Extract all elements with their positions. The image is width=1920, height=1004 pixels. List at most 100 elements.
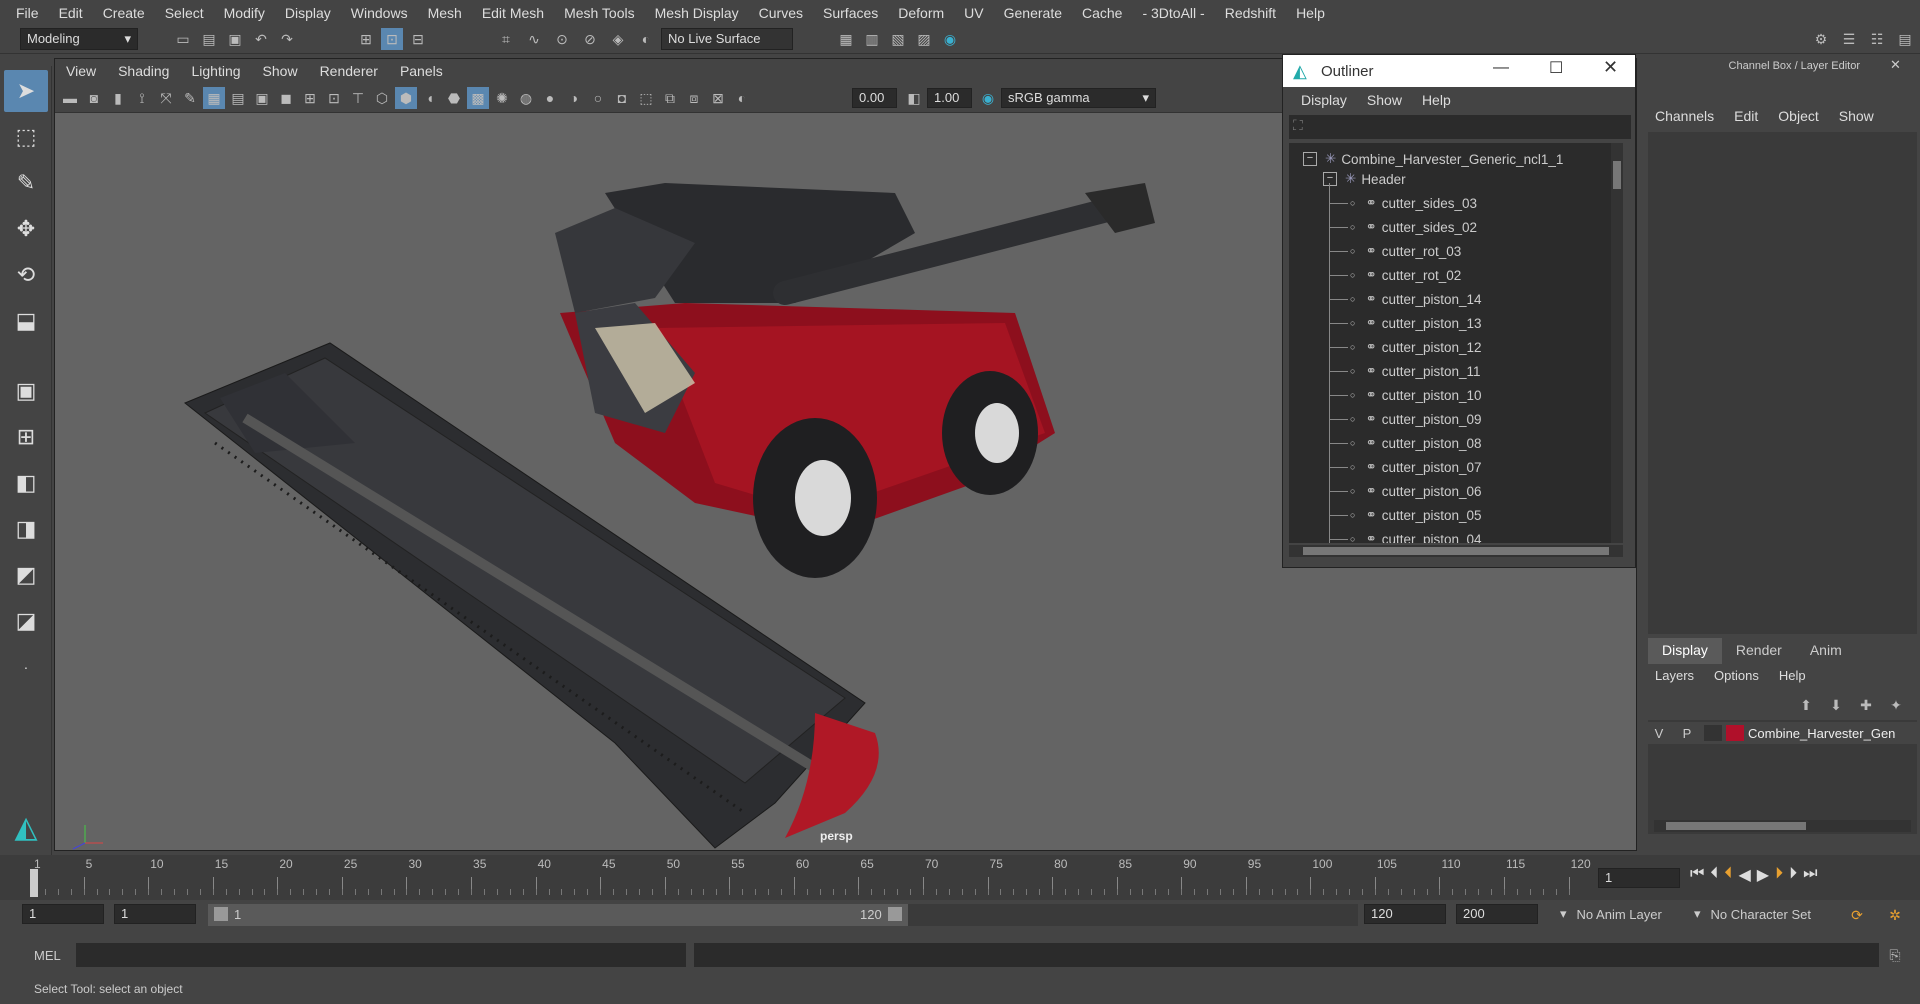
current-time-marker[interactable] [30, 869, 38, 897]
layer-color-swatch[interactable] [1726, 725, 1744, 741]
menu-generate[interactable]: Generate [994, 5, 1072, 21]
move-layer-up-icon[interactable]: ⬆ [1795, 694, 1817, 716]
select-component-icon[interactable]: ⊟ [407, 28, 429, 50]
menu-surfaces[interactable]: Surfaces [813, 5, 888, 21]
modeling-toolkit-icon[interactable]: ⚙ [1810, 28, 1832, 50]
dof-icon[interactable]: ◘ [611, 87, 633, 109]
close-icon[interactable]: ✕ [1603, 57, 1618, 78]
tree-item[interactable]: ○ ⚭ cutter_sides_03 [1289, 191, 1477, 215]
menu--3dtoall-[interactable]: - 3DtoAll - [1132, 5, 1214, 21]
color-management-icon[interactable]: ◉ [977, 87, 999, 109]
tree-item[interactable]: ○ ⚭ cutter_rot_03 [1289, 239, 1461, 263]
viewport-menu-view[interactable]: View [55, 63, 107, 79]
mode-dropdown[interactable]: Modeling ▾ [20, 28, 138, 50]
new-scene-icon[interactable]: ▭ [172, 28, 194, 50]
ipr-render-icon[interactable]: ▧ [887, 28, 909, 50]
current-frame-field[interactable]: 1 [1598, 868, 1680, 888]
layer-menu-options[interactable]: Options [1704, 668, 1769, 683]
menu-mesh-display[interactable]: Mesh Display [645, 5, 749, 21]
graph-layout-icon[interactable]: ◨ [4, 508, 48, 550]
tree-item[interactable]: ○ ⚭ cutter_piston_05 [1289, 503, 1482, 527]
select-tool-icon[interactable]: ➤ [4, 70, 48, 112]
viewport-menu-show[interactable]: Show [252, 63, 309, 79]
undo-icon[interactable]: ↶ [250, 28, 272, 50]
safe-title-icon[interactable]: ⊤ [347, 87, 369, 109]
anim-prefs-icon[interactable]: ✲ [1884, 904, 1906, 926]
smooth-shade-icon[interactable]: ⬢ [395, 87, 417, 109]
snap-curve-icon[interactable]: ∿ [523, 28, 545, 50]
hypershade-icon[interactable]: ◉ [939, 28, 961, 50]
menu-modify[interactable]: Modify [214, 5, 275, 21]
outliner-menu-show[interactable]: Show [1357, 92, 1412, 108]
xray-active-icon[interactable]: ⊠ [707, 87, 729, 109]
outliner-layout-icon[interactable]: ◧ [4, 462, 48, 504]
range-slider[interactable]: 1 120 [208, 904, 908, 926]
channel-menu-object[interactable]: Object [1768, 108, 1828, 124]
layer-hscrollbar[interactable] [1654, 820, 1911, 832]
expand-toolbox-icon[interactable]: · [4, 646, 48, 688]
menu-display[interactable]: Display [275, 5, 341, 21]
menu-select[interactable]: Select [155, 5, 214, 21]
snap-grid-icon[interactable]: ⌗ [495, 28, 517, 50]
2d-pan-icon[interactable]: ⤧ [155, 87, 177, 109]
open-scene-icon[interactable]: ▤ [198, 28, 220, 50]
outliner-menu-display[interactable]: Display [1291, 92, 1357, 108]
mel-label[interactable]: MEL [34, 948, 61, 963]
step-back-frame-icon[interactable]: ⏴ [1724, 865, 1732, 885]
tree-item[interactable]: ○ ⚭ cutter_piston_10 [1289, 383, 1482, 407]
playback-start-field[interactable]: 1 [114, 904, 196, 924]
menu-redshift[interactable]: Redshift [1215, 5, 1286, 21]
motion-blur-icon[interactable]: ◑ [563, 87, 585, 109]
default-lighting-icon[interactable]: ◖ [419, 87, 441, 109]
step-forward-frame-icon[interactable]: ⏵ [1775, 865, 1783, 885]
viewport-menu-renderer[interactable]: Renderer [309, 63, 389, 79]
gamma-icon[interactable]: ◧ [903, 87, 925, 109]
gamma-field[interactable]: 1.00 [927, 88, 972, 108]
menu-create[interactable]: Create [93, 5, 155, 21]
save-scene-icon[interactable]: ▣ [224, 28, 246, 50]
play-backward-icon[interactable]: ◀ [1738, 865, 1750, 885]
tree-item[interactable]: ○ ⚭ cutter_piston_11 [1289, 359, 1481, 383]
xray-icon[interactable]: ⧉ [659, 87, 681, 109]
range-handle-end[interactable] [888, 907, 902, 921]
snap-live-icon[interactable]: ◐ [635, 28, 657, 50]
attribute-editor-icon[interactable]: ☰ [1838, 28, 1860, 50]
tree-item[interactable]: ○ ⚭ cutter_piston_04 [1289, 527, 1482, 543]
film-gate-icon[interactable]: ▤ [227, 87, 249, 109]
viewport-menu-shading[interactable]: Shading [107, 63, 180, 79]
anim-layer-dropdown[interactable]: ▾ No Anim Layer [1560, 906, 1662, 922]
use-lights-icon[interactable]: ✺ [491, 87, 513, 109]
tree-group-node[interactable]: − ✳ Header [1289, 167, 1406, 191]
camera-icon[interactable]: ▬ [59, 87, 81, 109]
layer-menu-help[interactable]: Help [1769, 668, 1816, 683]
resolution-gate-icon[interactable]: ▣ [251, 87, 273, 109]
playback-end-field[interactable]: 120 [1364, 904, 1446, 924]
shadows-icon[interactable]: ◍ [515, 87, 537, 109]
gate-mask-icon[interactable]: ◼ [275, 87, 297, 109]
exposure-field[interactable]: 0.00 [852, 88, 897, 108]
tree-item[interactable]: ○ ⚭ cutter_piston_09 [1289, 407, 1482, 431]
isolate-icon[interactable]: ⬚ [635, 87, 657, 109]
layer-visibility-toggle[interactable]: V [1648, 726, 1670, 741]
layer-playback-toggle[interactable]: P [1676, 726, 1698, 741]
tree-item[interactable]: ○ ⚭ cutter_sides_02 [1289, 215, 1477, 239]
four-view-icon[interactable]: ⊞ [4, 416, 48, 458]
tree-item[interactable]: ○ ⚭ cutter_piston_08 [1289, 431, 1482, 455]
close-icon[interactable]: ✕ [1890, 57, 1901, 73]
menu-mesh-tools[interactable]: Mesh Tools [554, 5, 645, 21]
tab-display[interactable]: Display [1648, 638, 1722, 664]
tree-item[interactable]: ○ ⚭ cutter_piston_14 [1289, 287, 1482, 311]
range-handle-start[interactable] [214, 907, 228, 921]
filter-icon[interactable]: ⛶ [1293, 117, 1303, 134]
aa-icon[interactable]: ○ [587, 87, 609, 109]
exposure-icon[interactable]: ◐ [731, 87, 753, 109]
render-settings-icon[interactable]: ▨ [913, 28, 935, 50]
menu-windows[interactable]: Windows [341, 5, 418, 21]
outliner-vscrollbar[interactable] [1611, 143, 1623, 543]
channel-menu-show[interactable]: Show [1829, 108, 1884, 124]
tree-item[interactable]: ○ ⚭ cutter_piston_07 [1289, 455, 1482, 479]
tree-item[interactable]: ○ ⚭ cutter_piston_13 [1289, 311, 1482, 335]
mel-input[interactable] [76, 943, 686, 967]
menu-cache[interactable]: Cache [1072, 5, 1132, 21]
start-time-field[interactable]: 1 [22, 904, 104, 924]
